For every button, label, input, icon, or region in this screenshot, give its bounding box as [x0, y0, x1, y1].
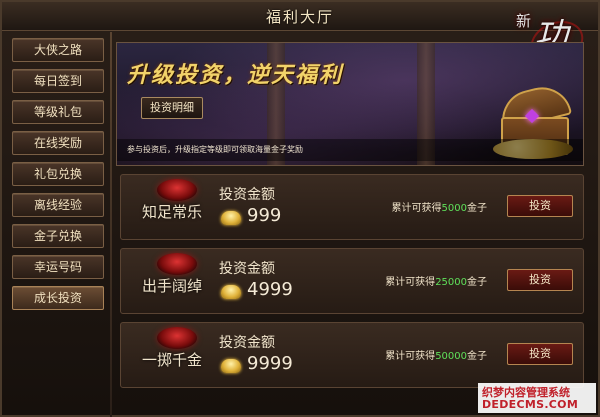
logo-prefix: 新	[516, 12, 532, 30]
sidebar-item-growth-invest[interactable]: 成长投资	[12, 286, 104, 310]
tier-emblem-icon	[157, 327, 197, 349]
watermark: 织梦内容管理系统 DEDECMS.COM	[478, 383, 596, 413]
sidebar-item-gift-redeem[interactable]: 礼包兑换	[12, 162, 104, 186]
sidebar-item-gold-exchange[interactable]: 金子兑换	[12, 224, 104, 248]
tier-name: 一掷千金	[141, 351, 202, 369]
sidebar-item-level-gift[interactable]: 等级礼包	[12, 100, 104, 124]
reward-prefix: 累计可获得	[385, 277, 436, 288]
sidebar-item-daily-checkin[interactable]: 每日签到	[12, 69, 104, 93]
invest-button[interactable]: 投资	[507, 269, 573, 291]
invest-detail-button[interactable]: 投资明细	[141, 97, 203, 119]
amount-value: 9999	[247, 353, 293, 374]
reward-prefix: 累计可获得	[385, 351, 436, 362]
banner-description: 参与投资后，升级指定等级即可领取海量金子奖励	[117, 139, 583, 161]
sidebar-item-lucky-number[interactable]: 幸运号码	[12, 255, 104, 279]
tier-name: 出手阔绰	[141, 277, 202, 295]
reward-suffix: 金子	[467, 203, 487, 214]
invest-row: 知足常乐 投资金额 999 累计可获得5000金子 投资	[120, 174, 584, 240]
sidebar-item-offline-exp[interactable]: 离线经验	[12, 193, 104, 217]
reward-text: 累计可获得50000金子	[385, 347, 487, 362]
reward-amount: 5000	[441, 203, 467, 214]
amount-value: 4999	[247, 279, 293, 300]
tier-emblem-icon	[157, 179, 197, 201]
invest-button[interactable]: 投资	[507, 195, 573, 217]
sidebar: 大侠之路 每日签到 等级礼包 在线奖励 礼包兑换 离线经验 金子兑换 幸运号码 …	[8, 38, 106, 317]
welfare-hall-window: 福利大厅 新 功夫 大侠之路 每日签到 等级礼包 在线奖励 礼包兑换 离线经验 …	[0, 0, 600, 417]
gold-ingot-icon	[221, 211, 241, 225]
sidebar-item-online-reward[interactable]: 在线奖励	[12, 131, 104, 155]
amount-value: 999	[247, 205, 282, 226]
reward-amount: 25000	[435, 277, 467, 288]
sidebar-divider	[110, 32, 112, 417]
window-title: 福利大厅	[265, 7, 334, 26]
invest-row: 一掷千金 投资金额 9999 累计可获得50000金子 投资	[120, 322, 584, 388]
tier-emblem-icon	[157, 253, 197, 275]
invest-row: 出手阔绰 投资金额 4999 累计可获得25000金子 投资	[120, 248, 584, 314]
reward-text: 累计可获得5000金子	[392, 199, 487, 214]
reward-suffix: 金子	[467, 351, 487, 362]
title-bar: 福利大厅	[2, 2, 598, 31]
amount-label: 投资金额	[219, 187, 275, 203]
invest-banner: 升级投资，逆天福利 投资明细 参与投资后，升级指定等级即可领取海量金子奖励	[116, 42, 584, 166]
reward-suffix: 金子	[467, 277, 487, 288]
gold-ingot-icon	[221, 285, 241, 299]
amount-label: 投资金额	[219, 261, 275, 277]
gold-ingot-icon	[221, 359, 241, 373]
reward-amount: 50000	[435, 351, 467, 362]
banner-title: 升级投资，逆天福利	[127, 62, 344, 88]
sidebar-item-hero-road[interactable]: 大侠之路	[12, 38, 104, 62]
watermark-line2: DEDECMS.COM	[482, 398, 579, 411]
reward-prefix: 累计可获得	[391, 203, 442, 214]
amount-label: 投资金额	[219, 335, 275, 351]
invest-button[interactable]: 投资	[507, 343, 573, 365]
tier-name: 知足常乐	[141, 203, 202, 221]
reward-text: 累计可获得25000金子	[385, 273, 487, 288]
